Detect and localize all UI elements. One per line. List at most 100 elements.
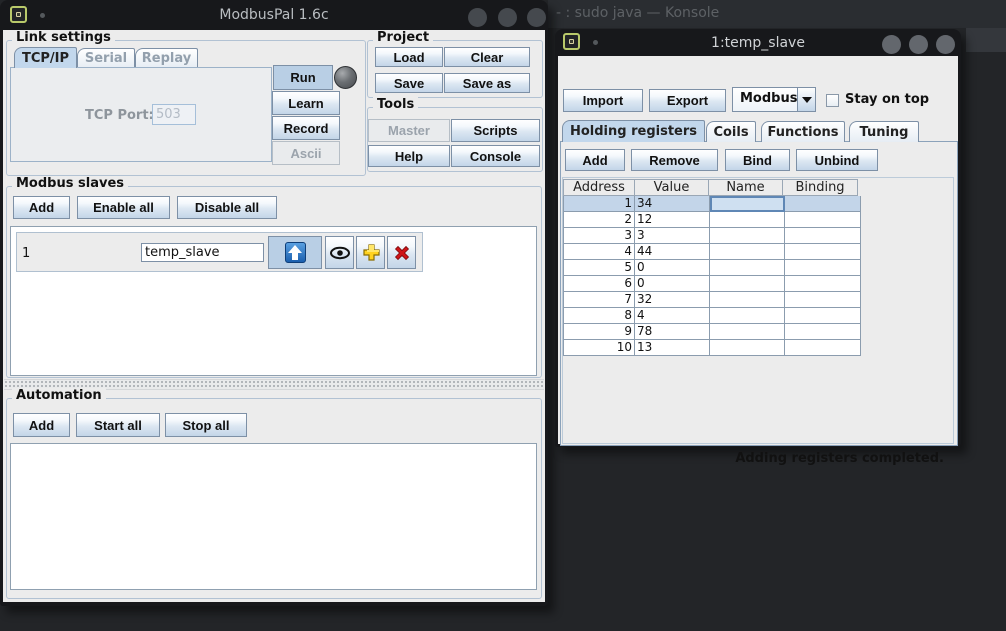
learn-button[interactable]: Learn [272,91,340,115]
save-button[interactable]: Save [375,73,443,93]
disable-all-button[interactable]: Disable all [177,196,277,219]
table-row[interactable]: 134 [563,196,861,212]
automation-add-button[interactable]: Add [13,413,70,437]
tab-serial[interactable]: Serial [77,48,135,68]
cell-value[interactable]: 44 [635,244,710,260]
tab-holding-registers[interactable]: Holding registers [562,120,705,142]
cell-name[interactable] [710,212,785,228]
cell-binding[interactable] [785,340,861,356]
konsole-titlebar[interactable]: - : sudo java — Konsole [548,0,1006,28]
cell-address[interactable]: 7 [563,292,635,308]
maximize-button[interactable] [498,8,517,27]
tab-tcpip[interactable]: TCP/IP [14,47,77,68]
cell-address[interactable]: 10 [563,340,635,356]
cell-value[interactable]: 12 [635,212,710,228]
slave-enable-toggle[interactable] [268,236,322,269]
slave-duplicate-button[interactable] [356,236,385,269]
start-all-button[interactable]: Start all [76,413,160,437]
cell-binding[interactable] [785,324,861,340]
cell-name[interactable] [710,276,785,292]
table-row[interactable]: 444 [563,244,861,260]
export-button[interactable]: Export [649,89,726,112]
table-row[interactable]: 33 [563,228,861,244]
cell-binding[interactable] [785,308,861,324]
run-button[interactable]: Run [273,65,333,90]
table-row[interactable]: 50 [563,260,861,276]
cell-value[interactable]: 0 [635,260,710,276]
cell-name[interactable] [710,196,785,212]
register-bind-button[interactable]: Bind [725,149,790,171]
slave-view-button[interactable] [325,236,354,269]
table-row[interactable]: 978 [563,324,861,340]
cell-address[interactable]: 5 [563,260,635,276]
mode-combobox[interactable]: Modbus [732,87,816,112]
scripts-button[interactable]: Scripts [451,119,540,142]
table-row[interactable]: 1013 [563,340,861,356]
cell-address[interactable]: 8 [563,308,635,324]
clear-button[interactable]: Clear [444,47,530,67]
enable-all-button[interactable]: Enable all [77,196,170,219]
cell-value[interactable]: 0 [635,276,710,292]
table-row[interactable]: 732 [563,292,861,308]
register-table-scrollpane[interactable]: AddressValueNameBinding 1342123344450607… [562,177,954,444]
maximize-button[interactable] [909,35,928,54]
console-button[interactable]: Console [451,145,540,167]
tcp-port-field[interactable] [152,104,196,125]
cell-binding[interactable] [785,212,861,228]
column-header-name[interactable]: Name [708,179,783,196]
cell-name[interactable] [710,308,785,324]
cell-name[interactable] [710,340,785,356]
register-remove-button[interactable]: Remove [631,149,718,171]
tab-tuning[interactable]: Tuning [849,121,919,142]
cell-value[interactable]: 3 [635,228,710,244]
column-header-binding[interactable]: Binding [782,179,858,196]
cell-address[interactable]: 3 [563,228,635,244]
cell-value[interactable]: 32 [635,292,710,308]
cell-binding[interactable] [785,244,861,260]
cell-address[interactable]: 6 [563,276,635,292]
slave-delete-button[interactable] [387,236,416,269]
minimize-button[interactable] [468,8,487,27]
chevron-down-icon[interactable] [797,88,815,111]
slave-list[interactable]: 1 [10,226,537,376]
close-button[interactable] [936,35,955,54]
import-button[interactable]: Import [563,89,643,112]
tab-replay[interactable]: Replay [135,48,198,68]
table-row[interactable]: 212 [563,212,861,228]
cell-binding[interactable] [785,228,861,244]
slave-row[interactable]: 1 [16,232,423,272]
modbuspal-titlebar[interactable]: ModbusPal 1.6c [0,0,548,30]
cell-name[interactable] [710,324,785,340]
cell-binding[interactable] [785,260,861,276]
cell-name[interactable] [710,228,785,244]
cell-value[interactable]: 13 [635,340,710,356]
column-header-value[interactable]: Value [634,179,709,196]
column-header-address[interactable]: Address [563,179,635,196]
master-button[interactable]: Master [368,119,450,142]
cell-address[interactable]: 4 [563,244,635,260]
table-row[interactable]: 84 [563,308,861,324]
register-unbind-button[interactable]: Unbind [796,149,878,171]
cell-name[interactable] [710,244,785,260]
load-button[interactable]: Load [375,47,443,67]
slave-name-field[interactable] [141,243,264,262]
cell-address[interactable]: 2 [563,212,635,228]
record-button[interactable]: Record [272,116,340,140]
minimize-button[interactable] [882,35,901,54]
tab-coils[interactable]: Coils [706,121,756,142]
cell-value[interactable]: 4 [635,308,710,324]
cell-binding[interactable] [785,276,861,292]
close-button[interactable] [527,8,546,27]
cell-address[interactable]: 9 [563,324,635,340]
cell-value[interactable]: 78 [635,324,710,340]
cell-value[interactable]: 34 [635,196,710,212]
cell-name[interactable] [710,292,785,308]
automation-list[interactable] [10,443,537,590]
table-row[interactable]: 60 [563,276,861,292]
save-as-button[interactable]: Save as [444,73,530,93]
cell-binding[interactable] [785,196,861,212]
cell-binding[interactable] [785,292,861,308]
cell-address[interactable]: 1 [563,196,635,212]
help-button[interactable]: Help [368,145,450,167]
register-add-button[interactable]: Add [565,149,625,171]
